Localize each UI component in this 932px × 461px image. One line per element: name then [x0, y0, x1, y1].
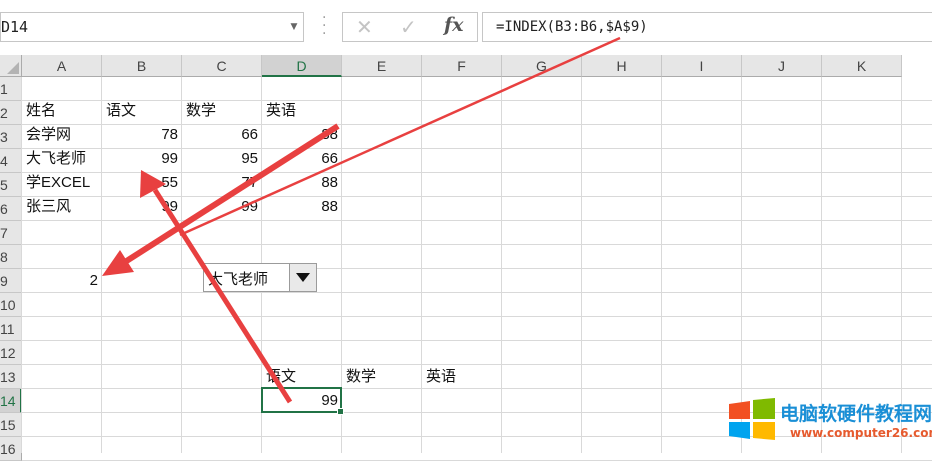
- row-header-12[interactable]: 12: [0, 341, 22, 365]
- row-header-9[interactable]: 9: [0, 269, 22, 293]
- grid-horizontal-line: [22, 340, 932, 341]
- row-header-6[interactable]: 6: [0, 197, 22, 221]
- table-cell-math[interactable]: 77: [182, 171, 258, 195]
- table-cell-name[interactable]: 大飞老师: [26, 147, 86, 171]
- grid-vertical-line: [421, 77, 422, 453]
- table-cell-chinese[interactable]: 99: [102, 147, 178, 171]
- table-cell-math[interactable]: 99: [182, 195, 258, 219]
- dropdown-arrow-icon[interactable]: [289, 264, 316, 291]
- name-box-dropdown-icon[interactable]: ▼: [285, 13, 303, 41]
- row-header-2[interactable]: 2: [0, 101, 22, 125]
- row-header-16[interactable]: 16: [0, 437, 22, 461]
- column-header-b[interactable]: B: [102, 55, 182, 77]
- name-box[interactable]: D14 ▼: [0, 12, 304, 42]
- column-header-f[interactable]: F: [422, 55, 502, 77]
- column-header-g[interactable]: G: [502, 55, 582, 77]
- insert-function-icon[interactable]: fx: [444, 14, 464, 36]
- table-cell-english[interactable]: 88: [262, 171, 338, 195]
- column-header-h[interactable]: H: [582, 55, 662, 77]
- table-cell-english[interactable]: 88: [262, 195, 338, 219]
- column-header-c[interactable]: C: [182, 55, 262, 77]
- table-cell-chinese[interactable]: 78: [102, 123, 178, 147]
- grid-horizontal-line: [22, 100, 932, 101]
- row-header-15[interactable]: 15: [0, 413, 22, 437]
- table-cell-math[interactable]: 95: [182, 147, 258, 171]
- grid-vertical-line: [581, 77, 582, 453]
- row-header-8[interactable]: 8: [0, 245, 22, 269]
- name-box-value: D14: [1, 18, 29, 36]
- column-header-e[interactable]: E: [342, 55, 422, 77]
- lookup-header-math[interactable]: 数学: [346, 365, 376, 389]
- formula-input[interactable]: =INDEX(B3:B6,$A$9): [482, 12, 932, 42]
- header-name[interactable]: 姓名: [26, 99, 56, 123]
- cancel-icon[interactable]: ✕: [356, 15, 373, 39]
- header-chinese[interactable]: 语文: [106, 99, 136, 123]
- header-english[interactable]: 英语: [266, 99, 296, 123]
- grid-horizontal-line: [22, 292, 932, 293]
- table-cell-name[interactable]: 学EXCEL: [26, 171, 90, 195]
- table-cell-name[interactable]: 会学网: [26, 123, 71, 147]
- column-header-i[interactable]: I: [662, 55, 742, 77]
- table-cell-chinese[interactable]: 55: [102, 171, 178, 195]
- column-header-k[interactable]: K: [822, 55, 902, 77]
- separator-icon: · · ·: [322, 10, 327, 42]
- formula-text: =INDEX(B3:B6,$A$9): [496, 19, 648, 35]
- table-cell-math[interactable]: 66: [182, 123, 258, 147]
- select-all-button[interactable]: [0, 55, 22, 77]
- header-math[interactable]: 数学: [186, 99, 216, 123]
- watermark-logo: 电脑软硬件教程网 www.computer26.com: [727, 396, 932, 444]
- column-header-j[interactable]: J: [742, 55, 822, 77]
- grid-horizontal-line: [22, 316, 932, 317]
- row-header-14[interactable]: 14: [0, 389, 22, 413]
- cell-a9-index[interactable]: 2: [22, 269, 98, 293]
- grid-vertical-line: [21, 77, 22, 453]
- grid-horizontal-line: [22, 220, 932, 221]
- windows-logo-icon: [729, 398, 775, 440]
- grid-vertical-line: [661, 77, 662, 453]
- watermark-url: www.computer26.com: [790, 426, 932, 440]
- dropdown-selected-value: 大飞老师: [208, 270, 269, 288]
- grid-horizontal-line: [22, 388, 932, 389]
- table-cell-english[interactable]: 66: [262, 147, 338, 171]
- row-header-4[interactable]: 4: [0, 149, 22, 173]
- active-cell-d14[interactable]: [261, 387, 344, 415]
- grid-vertical-line: [501, 77, 502, 453]
- watermark-title: 电脑软硬件教程网: [780, 403, 932, 425]
- lookup-header-english[interactable]: 英语: [426, 365, 456, 389]
- name-dropdown[interactable]: 大飞老师: [203, 263, 317, 292]
- enter-icon[interactable]: ✓: [400, 15, 417, 39]
- row-header-7[interactable]: 7: [0, 221, 22, 245]
- grid-horizontal-line: [22, 244, 932, 245]
- row-header-11[interactable]: 11: [0, 317, 22, 341]
- table-cell-chinese[interactable]: 99: [102, 195, 178, 219]
- lookup-header-chinese[interactable]: 语文: [266, 365, 296, 389]
- row-header-1[interactable]: 1: [0, 77, 22, 101]
- column-header-d[interactable]: D: [262, 55, 342, 77]
- grid-horizontal-line: [22, 364, 932, 365]
- spreadsheet-grid[interactable]: ABCDEFGHIJK 1 2 3 4 5 6 7 8 9 10 11 12 13 14 15 16: [0, 55, 932, 461]
- formula-toolbar: D14 ▼ · · · ✕ ✓ fx =INDEX(B3:B6,$A$9): [0, 0, 932, 55]
- formula-buttons: ✕ ✓ fx: [342, 12, 478, 42]
- row-header-5[interactable]: 5: [0, 173, 22, 197]
- row-header-3[interactable]: 3: [0, 125, 22, 149]
- table-cell-name[interactable]: 张三风: [26, 195, 71, 219]
- row-header-13[interactable]: 13: [0, 365, 22, 389]
- table-cell-english[interactable]: 88: [262, 123, 338, 147]
- column-header-a[interactable]: A: [22, 55, 102, 77]
- grid-horizontal-line: [22, 268, 932, 269]
- row-header-10[interactable]: 10: [0, 293, 22, 317]
